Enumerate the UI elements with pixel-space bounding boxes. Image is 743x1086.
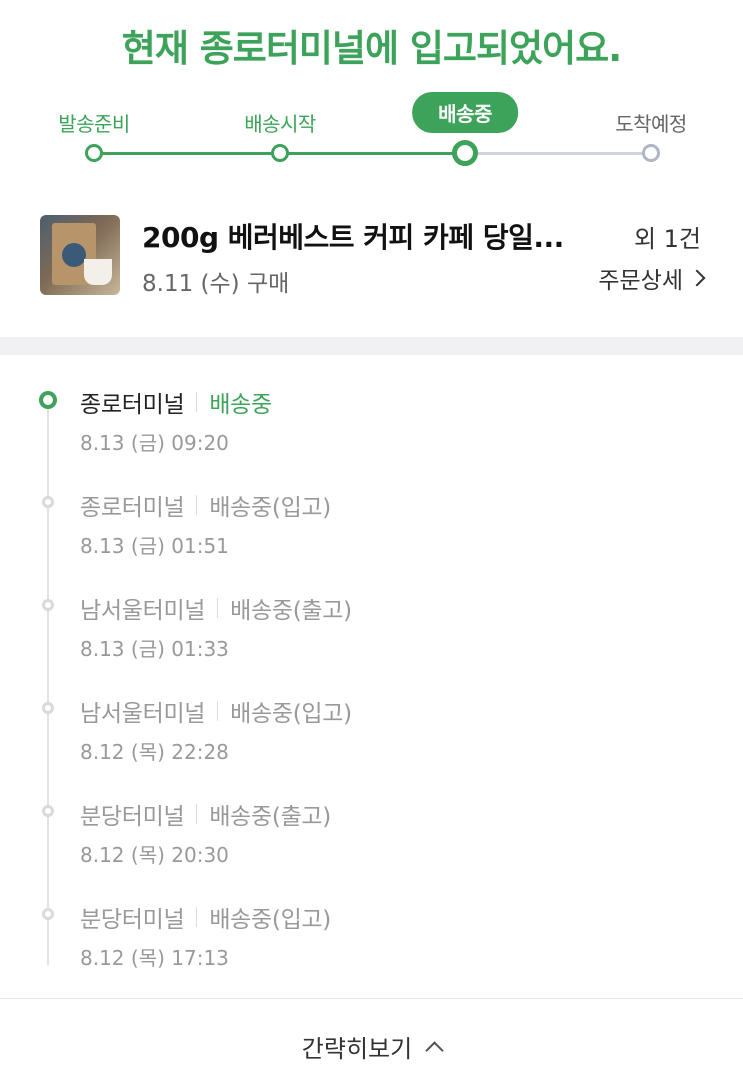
timeline-item: 종로터미널 배송중 8.13 (금) 09:20 <box>0 383 743 483</box>
timeline-status: 배송중(출고) <box>230 598 352 624</box>
separator <box>217 701 219 721</box>
timeline-heading: 남서울터미널 배송중(출고) <box>80 591 352 625</box>
timeline-place: 남서울터미널 <box>80 598 206 624</box>
timeline-time: 8.12 (목) 17:13 <box>80 946 229 970</box>
timeline-place: 남서울터미널 <box>80 701 206 727</box>
timeline-status: 배송중 <box>209 392 272 418</box>
step-label-ready: 발송준비 <box>58 112 130 136</box>
timeline-place: 분당터미널 <box>80 804 185 830</box>
order-detail-label: 주문상세 <box>598 268 683 294</box>
chevron-right-icon <box>688 269 706 287</box>
timeline-dot <box>42 908 54 920</box>
separator <box>196 907 198 927</box>
timeline-heading: 분당터미널 배송중(입고) <box>80 900 331 934</box>
timeline-time: 8.12 (목) 22:28 <box>80 740 229 764</box>
product-thumbnail[interactable] <box>40 215 120 295</box>
delivery-progress-stepper: 발송준비 배송시작 배송중 도착예정 <box>0 90 743 170</box>
section-divider <box>0 337 743 355</box>
bag-label-image <box>62 243 86 267</box>
step-dot-ready <box>85 144 103 162</box>
timeline-place: 종로터미널 <box>80 392 185 418</box>
timeline-time: 8.13 (금) 09:20 <box>80 431 229 455</box>
step-label-in-transit: 배송중 <box>412 92 518 133</box>
step-dot-in-transit <box>452 140 478 166</box>
timeline-heading: 남서울터미널 배송중(입고) <box>80 694 352 728</box>
timeline-status: 배송중(출고) <box>209 804 331 830</box>
timeline-heading: 분당터미널 배송중(출고) <box>80 797 331 831</box>
timeline-place: 종로터미널 <box>80 495 185 521</box>
order-detail-link[interactable]: 주문상세 <box>598 261 706 295</box>
timeline-item: 남서울터미널 배송중(출고) 8.13 (금) 01:33 <box>0 589 743 689</box>
timeline-dot-active <box>39 391 57 409</box>
timeline-time: 8.13 (금) 01:51 <box>80 534 229 558</box>
separator <box>217 598 219 618</box>
step-label-expected-arrival: 도착예정 <box>615 112 687 136</box>
step-dot-expected-arrival <box>642 144 660 162</box>
coffee-cup-image <box>84 259 112 285</box>
footer-bar: 간략히보기 <box>0 998 743 1086</box>
timeline-status: 배송중(입고) <box>230 701 352 727</box>
product-title[interactable]: 200g 베러베스트 커피 카페 당일... <box>142 216 564 256</box>
timeline-item: 남서울터미널 배송중(입고) 8.12 (목) 22:28 <box>0 692 743 792</box>
separator <box>196 392 198 412</box>
purchase-date: 8.11 (수) 구매 <box>142 271 290 297</box>
timeline-dot <box>42 702 54 714</box>
tracking-timeline: 종로터미널 배송중 8.13 (금) 09:20 종로터미널 배송중(입고) 8… <box>0 355 743 995</box>
timeline-item: 분당터미널 배송중(입고) 8.12 (목) 17:13 <box>0 898 743 998</box>
timeline-dot <box>42 805 54 817</box>
additional-items-count: 외 1건 <box>633 225 701 253</box>
separator <box>196 804 198 824</box>
step-dot-started <box>271 144 289 162</box>
timeline-item: 종로터미널 배송중(입고) 8.13 (금) 01:51 <box>0 486 743 586</box>
product-summary: 200g 베러베스트 커피 카페 당일... 외 1건 8.11 (수) 구매 … <box>0 210 743 310</box>
step-label-started: 배송시작 <box>244 112 316 136</box>
collapse-button[interactable]: 간략히보기 <box>0 1029 743 1064</box>
delivery-status-headline: 현재 종로터미널에 입고되었어요. <box>121 27 622 70</box>
timeline-heading: 종로터미널 배송중 <box>80 385 272 419</box>
timeline-time: 8.12 (목) 20:30 <box>80 843 229 867</box>
timeline-place: 분당터미널 <box>80 907 185 933</box>
timeline-status: 배송중(입고) <box>209 907 331 933</box>
timeline-item: 분당터미널 배송중(출고) 8.12 (목) 20:30 <box>0 795 743 895</box>
timeline-time: 8.13 (금) 01:33 <box>80 637 229 661</box>
separator <box>196 495 198 515</box>
chevron-up-icon <box>425 1041 444 1060</box>
collapse-label: 간략히보기 <box>301 1035 413 1063</box>
timeline-status: 배송중(입고) <box>209 495 331 521</box>
progress-line-remaining <box>465 152 651 155</box>
timeline-dot <box>42 599 54 611</box>
timeline-heading: 종로터미널 배송중(입고) <box>80 488 331 522</box>
timeline-dot <box>42 496 54 508</box>
